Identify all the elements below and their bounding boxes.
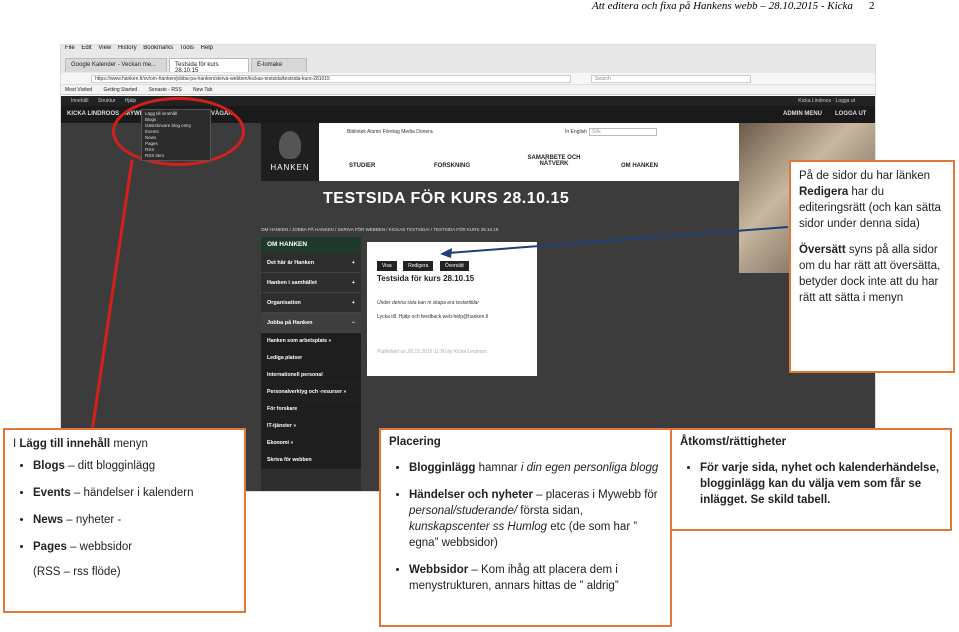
callout-title: I Lägg till innehåll menyn	[13, 438, 148, 450]
tab-testsida[interactable]: Testsida för kurs 28.10.15	[169, 58, 249, 74]
leftnav-header[interactable]: OM HANKEN	[261, 237, 361, 253]
language-link[interactable]: In English	[565, 129, 587, 135]
leftnav-subitem[interactable]: IT-tjänster »	[261, 418, 361, 435]
callout-paragraph: På de sidor du har länken Redigera har d…	[799, 170, 941, 230]
leftnav-subitem[interactable]: Internationell personal	[261, 367, 361, 384]
callout-title: Placering	[389, 436, 441, 448]
callout-list: För varje sida, nyhet och kalenderhändel…	[680, 460, 942, 508]
site-search-input[interactable]: Sök	[589, 128, 657, 136]
tab-e-lomake[interactable]: E-lomake	[251, 58, 307, 72]
dropdown-item[interactable]: RSS item	[145, 153, 207, 159]
leftnav-subitem[interactable]: Personalverktyg och -resurser »	[261, 384, 361, 401]
content-panel: Visa Redigera Översätt Testsida för kurs…	[367, 242, 537, 376]
callout-title: Åtkomst/rättigheter	[680, 436, 787, 448]
oversatt-button[interactable]: Översätt	[439, 261, 469, 271]
admin-struktur[interactable]: Struktur	[98, 98, 116, 104]
user-name[interactable]: KICKA LINDROOS	[67, 106, 119, 123]
list-item: Blogginlägg hamnar i din egen personliga…	[409, 460, 662, 476]
add-content-dropdown: Lägg till innehåll Blogs Gästskrivare bl…	[141, 109, 211, 161]
menu-bookmarks[interactable]: Bookmarks	[143, 45, 173, 51]
browser-screenshot: File Edit View History Bookmarks Tools H…	[60, 44, 876, 492]
content-heading: Testsida för kurs 28.10.15	[377, 274, 475, 283]
leftnav-item[interactable]: Hanken i samhället +	[261, 273, 361, 293]
visa-button[interactable]: Visa	[377, 261, 397, 271]
list-item: News – nyheter -	[33, 512, 236, 528]
url-field[interactable]: https://www.hanken.fi/sv/om-hanken/jobba…	[91, 75, 571, 83]
browser-tabbar: File Edit View History Bookmarks Tools H…	[61, 45, 875, 74]
left-navigation: OM HANKEN Det här är Hanken + Hanken i sa…	[261, 237, 361, 491]
content-line: Lycka till. Hjälp och feedback web-help@…	[377, 314, 489, 320]
content-buttons: Visa Redigera Översätt	[377, 254, 471, 272]
document-header: Att editera och fixa på Hankens webb – 2…	[0, 0, 959, 14]
breadcrumb[interactable]: OM HANKEN / JOBBA PÅ HANKEN / SKRIVA FÖR…	[261, 227, 498, 232]
list-item: Events – händelser i kalendern	[33, 485, 236, 501]
leftnav-subitem[interactable]: Ekonomi »	[261, 435, 361, 452]
callout-add-content: I Lägg till innehåll menyn Blogs – ditt …	[3, 428, 246, 613]
bookmark-item[interactable]: Most Visited	[65, 87, 92, 93]
leftnav-subitem[interactable]: Hanken som arbetsplats »	[261, 333, 361, 350]
crest-icon	[279, 131, 301, 159]
admin-hjalp[interactable]: Hjälp	[125, 98, 136, 104]
bookmarks-bar: Most Visited Getting Started Senaste - R…	[61, 85, 875, 95]
browser-menubar: File Edit View History Bookmarks Tools H…	[61, 45, 875, 54]
leftnav-item[interactable]: Det här är Hanken +	[261, 253, 361, 273]
menu-file[interactable]: File	[65, 45, 75, 51]
rss-note: (RSS – rss flöde)	[33, 566, 121, 578]
menu-history[interactable]: History	[118, 45, 137, 51]
list-item: Pages – webbsidor	[33, 539, 236, 555]
menu-samarbete[interactable]: SAMARBETE OCH NÄTVERK	[524, 155, 584, 167]
redigera-button[interactable]: Redigera	[403, 261, 434, 271]
page-big-title: TESTSIDA FÖR KURS 28.10.15	[323, 190, 570, 207]
leftnav-subitem[interactable]: För forskare	[261, 401, 361, 418]
callout-paragraph: Översätt syns på alla sidor om du har rä…	[799, 244, 941, 304]
menu-forskning[interactable]: FORSKNING	[434, 163, 470, 169]
logo-text: HANKEN	[270, 163, 310, 172]
page-number: 2	[869, 0, 875, 12]
callout-access: Åtkomst/rättigheter För varje sida, nyhe…	[670, 428, 952, 531]
secondary-menu[interactable]: Bibliotek Alumn Företag Media Donera	[347, 129, 433, 135]
hanken-logo[interactable]: HANKEN	[261, 123, 319, 181]
list-item: Händelser och nyheter – placeras i Myweb…	[409, 487, 662, 551]
callout-list: Blogs – ditt blogginlägg Events – händel…	[13, 458, 236, 555]
list-item: För varje sida, nyhet och kalenderhändel…	[700, 460, 942, 508]
menu-edit[interactable]: Edit	[81, 45, 91, 51]
admin-user[interactable]: Kicka Lindroos · Logga ut	[798, 96, 855, 106]
bookmark-item[interactable]: Getting Started	[104, 87, 138, 93]
tab-google-calendar[interactable]: Google Kalender - Veckan me...	[65, 58, 167, 72]
callout-redigera: På de sidor du har länken Redigera har d…	[789, 160, 955, 373]
document-page: Att editera och fixa på Hankens webb – 2…	[0, 0, 959, 632]
leftnav-item-active[interactable]: Jobba på Hanken −	[261, 313, 361, 333]
search-field[interactable]: Search	[591, 75, 751, 83]
content-line: Under denna sida kan ni skapa era testar…	[377, 300, 480, 306]
menu-om-hanken[interactable]: OM HANKEN	[621, 163, 658, 169]
menu-help[interactable]: Help	[201, 45, 213, 51]
leftnav-subitem[interactable]: Skriva för webben	[261, 452, 361, 469]
list-item: Blogs – ditt blogginlägg	[33, 458, 236, 474]
leftnav-subitem[interactable]: Lediga platser	[261, 350, 361, 367]
menu-studier[interactable]: STUDIER	[349, 163, 375, 169]
menu-view[interactable]: View	[98, 45, 111, 51]
admin-innehall[interactable]: Innehåll	[71, 98, 89, 104]
bookmark-item[interactable]: New Tab	[193, 87, 212, 93]
published-info: Published on 28.10.2015 11:50 by Kicka L…	[377, 349, 487, 355]
leftnav-item[interactable]: Organisation +	[261, 293, 361, 313]
callout-list: Blogginlägg hamnar i din egen personliga…	[389, 460, 662, 594]
address-bar-row: https://www.hanken.fi/sv/om-hanken/jobba…	[61, 73, 875, 85]
admin-menu-link[interactable]: ADMIN MENU	[783, 106, 822, 123]
logout-link[interactable]: LOGGA UT	[835, 106, 866, 123]
list-item: Webbsidor – Kom ihåg att placera dem i m…	[409, 562, 662, 594]
menu-tools[interactable]: Tools	[180, 45, 194, 51]
site-menu: Bibliotek Alumn Företag Media Donera In …	[319, 123, 739, 181]
callout-placering: Placering Blogginlägg hamnar i din egen …	[379, 428, 672, 627]
bookmark-item[interactable]: Senaste - RSS	[149, 87, 182, 93]
document-title: Att editera och fixa på Hankens webb – 2…	[592, 0, 853, 12]
